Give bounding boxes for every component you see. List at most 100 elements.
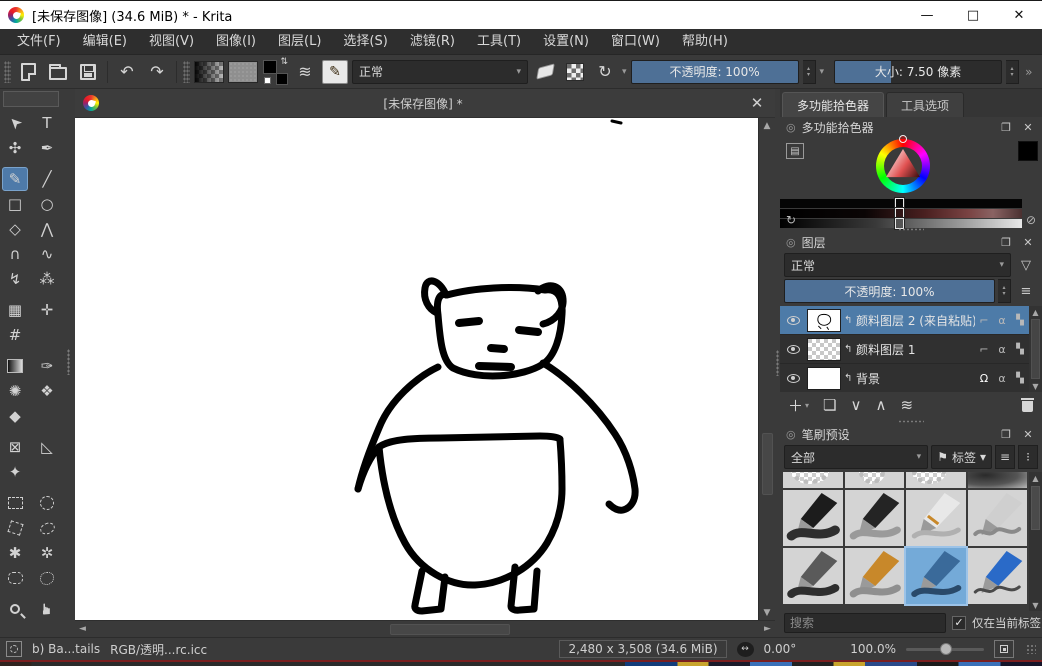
menu-item-9[interactable]: 窗口(W) xyxy=(600,29,671,55)
alpha-lock-icon[interactable]: ▚ xyxy=(1011,373,1029,384)
docker-lock-icon[interactable]: ◎ xyxy=(786,236,796,249)
layer-filter-button[interactable]: ▽ xyxy=(1014,258,1038,273)
menu-item-1[interactable]: 编辑(E) xyxy=(72,29,138,55)
save-button[interactable] xyxy=(75,59,101,85)
reference-images-tool[interactable]: ✦ xyxy=(2,460,28,484)
hscroll-thumb[interactable] xyxy=(390,624,510,635)
scroll-left-icon[interactable]: ◄ xyxy=(75,622,90,637)
brush-pencil-blue[interactable] xyxy=(968,548,1028,604)
brush-eraser-circle[interactable] xyxy=(845,472,905,488)
toolbar-overflow-button[interactable]: » xyxy=(1025,65,1032,79)
layer-opacity-spinner[interactable]: ▴▾ xyxy=(998,279,1011,303)
menu-item-7[interactable]: 工具(T) xyxy=(466,29,532,55)
alpha-lock-icon[interactable]: ▚ xyxy=(1011,315,1029,326)
layer-name[interactable]: 颜料图层 1 xyxy=(856,341,975,358)
polygon-select-tool[interactable] xyxy=(2,516,28,540)
visibility-eye-icon[interactable] xyxy=(782,345,804,354)
vscroll-thumb[interactable] xyxy=(762,433,773,495)
layer-lock-icon[interactable]: ⌐ xyxy=(975,314,993,327)
scroll-right-icon[interactable]: ► xyxy=(760,622,775,637)
zoom-value[interactable]: 100.0% xyxy=(850,642,896,656)
colorize-mask-tool[interactable]: ✺ xyxy=(2,379,28,403)
layer-blend-mode-dropdown[interactable]: 正常 ▾ xyxy=(784,253,1011,277)
selection-mode-icon[interactable] xyxy=(6,641,22,657)
canvas-hscrollbar[interactable]: ◄ ► xyxy=(75,620,775,637)
gradient-chooser[interactable] xyxy=(194,61,224,83)
brush-paint-dark[interactable] xyxy=(783,548,843,604)
tags-button[interactable]: ⚑ 标签 ▾ xyxy=(931,445,992,469)
preset-display-button[interactable]: ⁝ xyxy=(1018,445,1038,469)
resize-grip[interactable] xyxy=(1026,644,1036,654)
duplicate-layer-button[interactable]: ❏ xyxy=(823,396,836,414)
brush-size-slider[interactable]: 大小: 7.50 像素 xyxy=(834,60,1002,84)
layer-row-paint2[interactable]: ↰ 颜料图层 2 (来自粘贴) ⌐ α ▚ xyxy=(780,306,1042,335)
line-tool[interactable]: ╱ xyxy=(34,167,60,191)
scroll-thumb[interactable] xyxy=(1031,486,1040,530)
brush-fineliner-white[interactable] xyxy=(906,490,966,546)
layer-row-background[interactable]: ↰ 背景 Ω α ▚ xyxy=(780,364,1042,392)
crop-tool[interactable]: # xyxy=(2,323,28,347)
scroll-up-icon[interactable]: ▲ xyxy=(1030,472,1042,484)
presets-menu-button[interactable]: ≡ xyxy=(995,445,1015,469)
gradient-tool[interactable] xyxy=(2,354,28,378)
toolbar-grip[interactable] xyxy=(4,61,11,83)
layer-properties-button[interactable]: ≋ xyxy=(900,396,913,414)
visibility-eye-icon[interactable] xyxy=(782,316,804,325)
new-document-button[interactable] xyxy=(15,59,41,85)
brush-sketch-pen-gray[interactable] xyxy=(968,490,1028,546)
close-button[interactable]: ✕ xyxy=(996,1,1042,29)
value-strip-dark[interactable] xyxy=(780,199,1022,208)
scroll-down-icon[interactable]: ▼ xyxy=(1030,380,1042,392)
brush-editor-button[interactable]: ✎ xyxy=(322,60,348,84)
layer-list-scrollbar[interactable]: ▲ ▼ xyxy=(1029,306,1042,392)
tab-tool-options[interactable]: 工具选项 xyxy=(886,92,964,117)
brush-marker-black[interactable] xyxy=(845,490,905,546)
menu-item-5[interactable]: 选择(S) xyxy=(332,29,398,55)
layer-opacity-slider[interactable]: 不透明度: 100% xyxy=(784,279,995,303)
move-tool[interactable]: ✛ xyxy=(34,298,60,322)
blend-mode-dropdown[interactable]: 正常 ▾ xyxy=(352,60,528,84)
scroll-thumb[interactable] xyxy=(1031,319,1040,379)
move-layer-down-button[interactable]: ∨ xyxy=(850,396,861,414)
inherit-alpha-icon[interactable]: α xyxy=(993,372,1011,385)
calligraphy-tool[interactable]: ✒ xyxy=(34,136,60,160)
opacity-slider[interactable]: 不透明度: 100% xyxy=(631,60,799,84)
menu-item-6[interactable]: 滤镜(R) xyxy=(399,29,466,55)
menu-item-4[interactable]: 图层(L) xyxy=(267,29,332,55)
brush-watercolor-blue[interactable] xyxy=(906,548,966,604)
ellipse-tool[interactable]: ○ xyxy=(34,192,60,216)
float-docker-icon[interactable]: ❐ xyxy=(998,428,1014,441)
zoom-tool[interactable] xyxy=(2,597,28,621)
reload-preset-button[interactable]: ↻ xyxy=(592,59,618,85)
menu-item-10[interactable]: 帮助(H) xyxy=(671,29,739,55)
contiguous-select-tool[interactable]: ✱ xyxy=(2,541,28,565)
document-close-icon[interactable]: ✕ xyxy=(747,94,767,112)
canvas-rotation-icon[interactable]: ↔ xyxy=(737,642,754,657)
brush-filter-dropdown[interactable]: 全部 ▾ xyxy=(784,445,928,469)
layer-lock-icon[interactable]: Ω xyxy=(975,372,993,385)
scroll-down-icon[interactable]: ▼ xyxy=(760,605,775,620)
chevron-down-icon[interactable]: ▾ xyxy=(622,67,627,77)
rect-select-tool[interactable] xyxy=(2,491,28,515)
color-sampler-tool[interactable]: ✑ xyxy=(34,354,60,378)
layer-name[interactable]: 背景 xyxy=(856,370,975,387)
zoom-slider-handle[interactable] xyxy=(940,643,952,655)
opacity-spinner[interactable]: ▴▾ xyxy=(803,60,816,84)
toolbar-grip[interactable] xyxy=(183,61,190,83)
search-current-tag-checkbox[interactable]: ✓ xyxy=(952,616,966,630)
eraser-mode-button[interactable] xyxy=(532,59,558,85)
freehand-path-tool[interactable]: ∿ xyxy=(34,242,60,266)
maximize-button[interactable]: □ xyxy=(950,1,996,29)
close-docker-icon[interactable]: ✕ xyxy=(1020,428,1036,441)
smart-patch-tool[interactable]: ❖ xyxy=(34,379,60,403)
canvas[interactable] xyxy=(75,118,758,620)
size-spinner[interactable]: ▴▾ xyxy=(1006,60,1019,84)
brush-search-input[interactable] xyxy=(784,613,946,633)
polyline-tool[interactable]: ⋀ xyxy=(34,217,60,241)
scroll-up-icon[interactable]: ▲ xyxy=(1030,306,1042,318)
zoom-slider[interactable] xyxy=(906,648,984,651)
open-document-button[interactable] xyxy=(45,59,71,85)
layer-name[interactable]: 颜料图层 2 (来自粘贴) xyxy=(856,312,975,329)
add-layer-button[interactable]: ＋▾ xyxy=(788,395,809,416)
rotation-value[interactable]: 0.00° xyxy=(764,642,797,656)
